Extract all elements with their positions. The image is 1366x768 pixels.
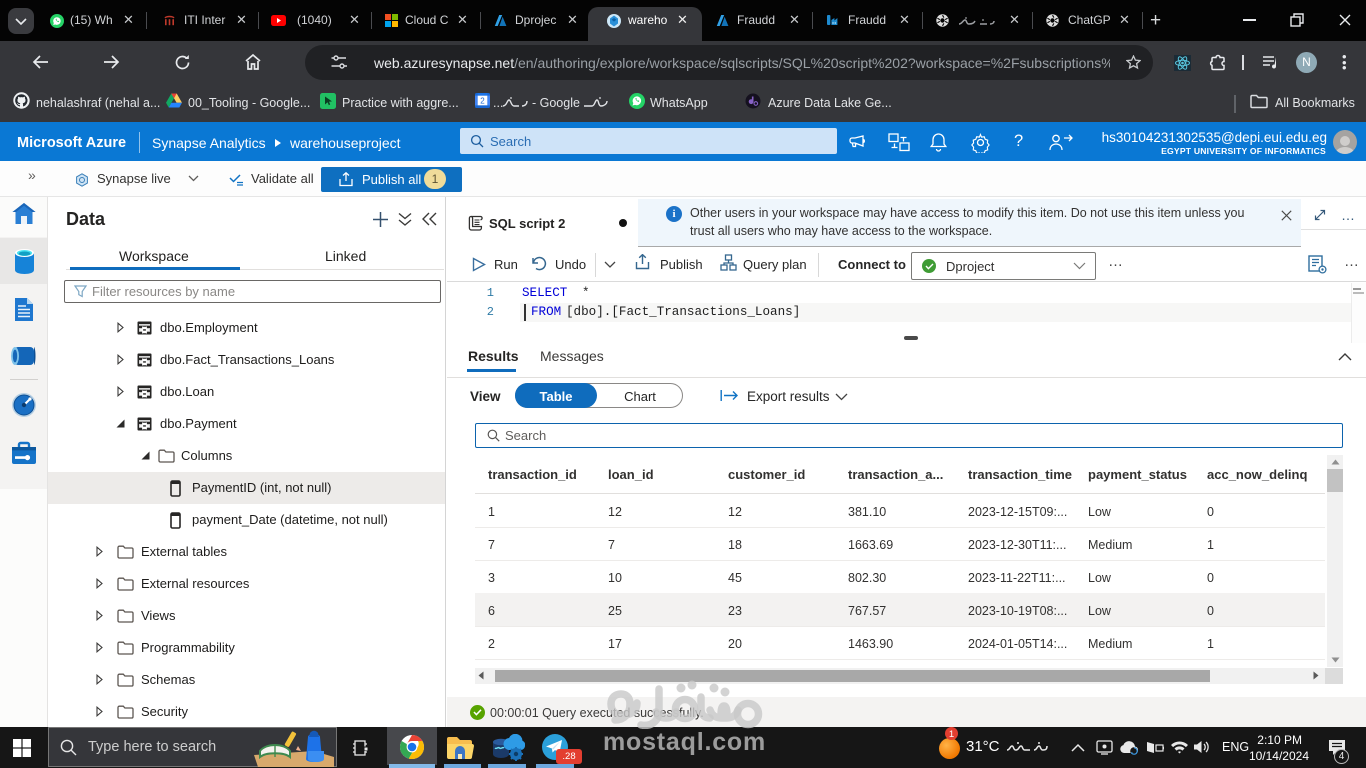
svg-text:2: 2 [480, 97, 485, 106]
